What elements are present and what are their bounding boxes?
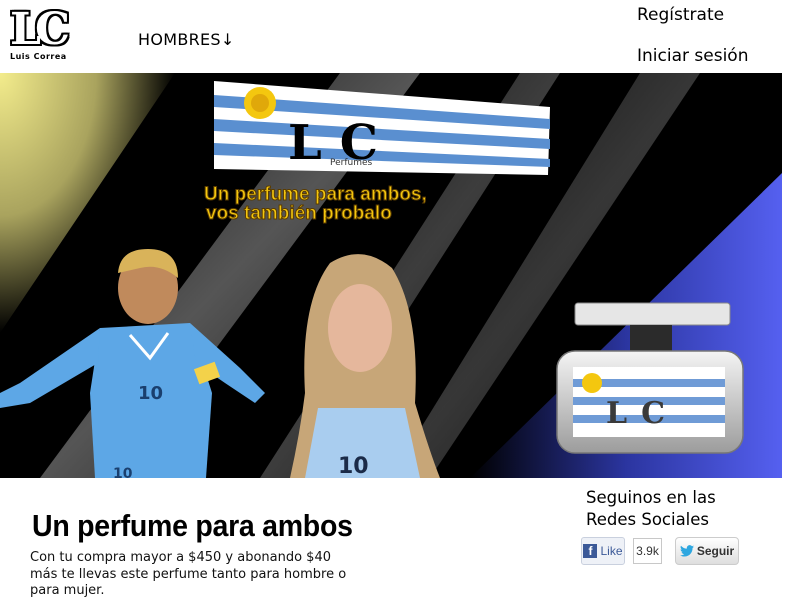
twitter-follow-label: Seguir <box>696 544 735 558</box>
social-heading: Seguinos en las Redes Sociales <box>586 488 716 529</box>
twitter-bird-icon <box>679 545 694 557</box>
login-link[interactable]: Iniciar sesión <box>637 46 748 66</box>
register-link[interactable]: Regístrate <box>637 5 724 25</box>
facebook-icon: f <box>583 544 598 558</box>
logo[interactable]: LC Luis Correa <box>10 4 78 64</box>
twitter-follow-button[interactable]: Seguir <box>675 537 739 565</box>
promo-description: Con tu compra mayor a $450 y abonando $4… <box>30 550 347 598</box>
logo-mark: LC <box>10 4 70 55</box>
facebook-like-count: 3.9k <box>633 538 662 564</box>
hero-banner-art: LC Perfumes Un perfume para ambos, vos t… <box>0 73 782 478</box>
flag-sub: Perfumes <box>330 158 373 168</box>
facebook-like-button[interactable]: f Like <box>581 537 625 565</box>
slogan-line-2: vos también probalo <box>206 203 392 224</box>
model-number: 10 <box>338 454 369 478</box>
logo-name: Luis Correa <box>10 52 67 61</box>
facebook-like-label: Like <box>600 544 623 558</box>
promo-title: Un perfume para ambos <box>32 508 353 543</box>
footballer-number: 10 <box>138 383 163 404</box>
bottle-mark: LC <box>606 396 679 431</box>
hero-banner: LC Perfumes Un perfume para ambos, vos t… <box>0 73 782 478</box>
nav-men-dropdown[interactable]: HOMBRES↓ <box>138 30 235 49</box>
slogan-line-1: Un perfume para ambos, <box>204 184 427 205</box>
footballer-number-lower: 10 <box>113 466 133 478</box>
